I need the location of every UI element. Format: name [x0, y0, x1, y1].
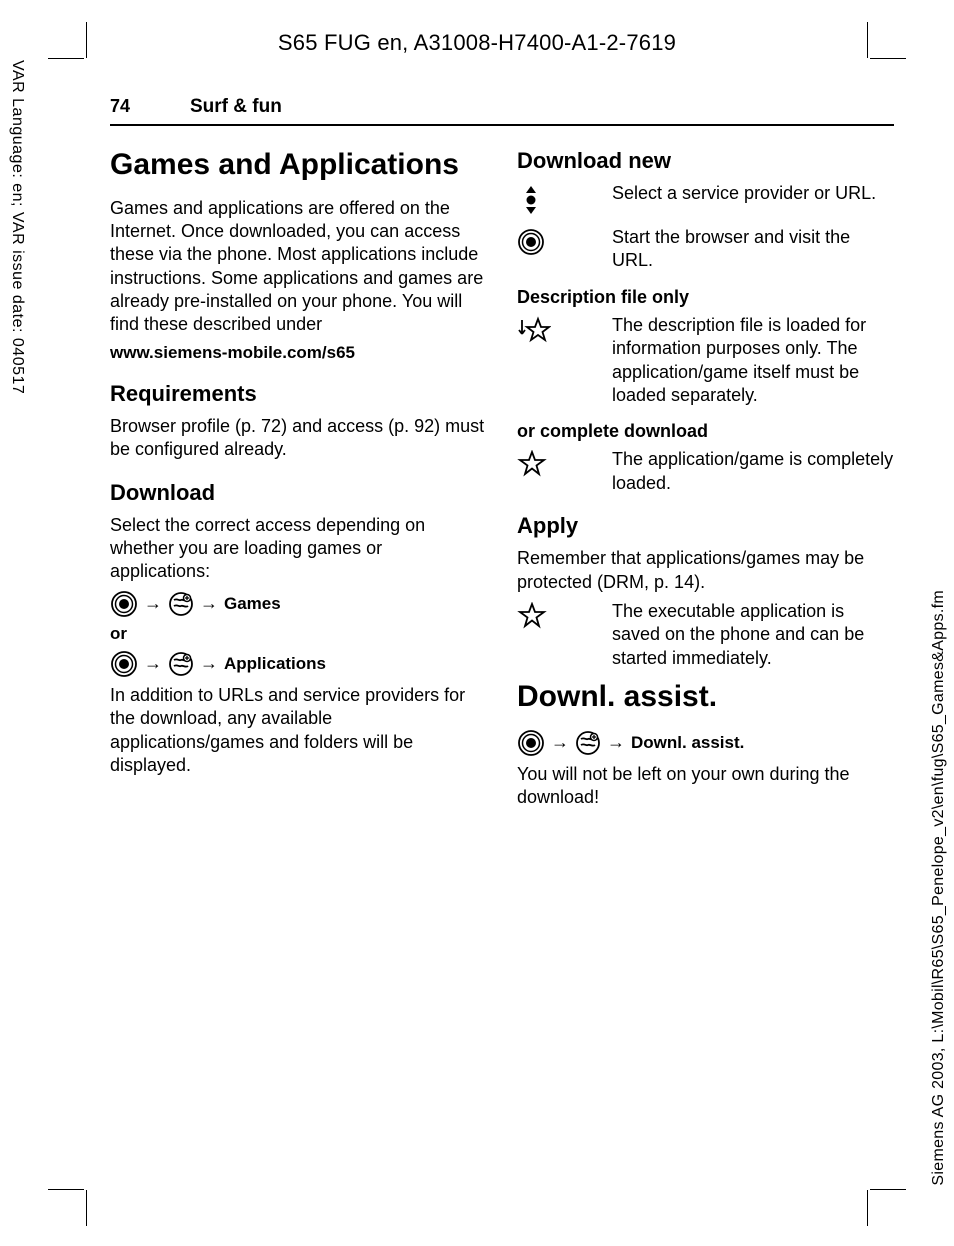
- step-description-file: The description file is loaded for infor…: [517, 314, 894, 408]
- star-icon: [517, 600, 612, 630]
- heading-download-new: Download new: [517, 148, 894, 174]
- step-text: The application/game is completely loade…: [612, 448, 894, 495]
- center-key-icon: [517, 226, 612, 256]
- crop-mark: [86, 1190, 87, 1226]
- download-footer-text: In addition to URLs and service provider…: [110, 684, 487, 778]
- globe-icon: [168, 591, 194, 617]
- step-start-browser: Start the browser and visit the URL.: [517, 226, 894, 273]
- crop-mark: [867, 1190, 868, 1226]
- nav-updown-icon: [517, 182, 612, 216]
- crop-mark: [48, 58, 84, 59]
- step-complete-download: The application/game is completely loade…: [517, 448, 894, 495]
- apply-intro-text: Remember that applications/games may be …: [517, 547, 894, 594]
- arrow-icon: →: [607, 732, 625, 753]
- requirements-text: Browser profile (p. 72) and access (p. 9…: [110, 415, 487, 462]
- nav-path-downl-assist: → → Downl. assist.: [517, 729, 894, 757]
- heading-games-apps: Games and Applications: [110, 148, 487, 183]
- heading-description-file: Description file only: [517, 287, 894, 308]
- right-margin-meta: Siemens AG 2003, L:\Mobil\R65\S65_Penelo…: [930, 590, 948, 1186]
- heading-complete-download: or complete download: [517, 421, 894, 442]
- siemens-url: www.siemens-mobile.com/s65: [110, 343, 487, 363]
- crop-mark: [870, 58, 906, 59]
- left-column: Games and Applications Games and applica…: [110, 148, 487, 815]
- page-header-row: 74 Surf & fun: [110, 96, 894, 126]
- step-text: Select a service provider or URL.: [612, 182, 894, 205]
- heading-download: Download: [110, 480, 487, 506]
- globe-icon: [168, 651, 194, 677]
- star-icon: [517, 448, 612, 478]
- page-number: 74: [110, 96, 190, 117]
- crop-mark: [48, 1189, 84, 1190]
- download-text: Select the correct access depending on w…: [110, 514, 487, 584]
- arrow-icon: →: [551, 732, 569, 753]
- document-header: S65 FUG en, A31008-H7400-A1-2-7619: [0, 30, 954, 56]
- crop-mark: [867, 22, 868, 58]
- globe-icon: [575, 730, 601, 756]
- center-key-icon: [110, 650, 138, 678]
- heading-apply: Apply: [517, 513, 894, 539]
- intro-paragraph: Games and applications are offered on th…: [110, 197, 487, 337]
- crop-mark: [86, 22, 87, 58]
- nav-label-games: Games: [224, 594, 281, 614]
- step-select-provider: Select a service provider or URL.: [517, 182, 894, 216]
- assist-text: You will not be left on your own during …: [517, 763, 894, 810]
- crop-mark: [870, 1189, 906, 1190]
- download-star-icon: [517, 314, 612, 346]
- left-margin-meta: VAR Language: en; VAR issue date: 040517: [8, 60, 26, 394]
- arrow-icon: →: [200, 593, 218, 614]
- section-name: Surf & fun: [190, 96, 282, 118]
- center-key-icon: [517, 729, 545, 757]
- step-apply: The executable application is saved on t…: [517, 600, 894, 670]
- step-text: Start the browser and visit the URL.: [612, 226, 894, 273]
- arrow-icon: →: [144, 593, 162, 614]
- center-key-icon: [110, 590, 138, 618]
- nav-label-downl-assist: Downl. assist.: [631, 733, 744, 753]
- step-text: The description file is loaded for infor…: [612, 314, 894, 408]
- nav-path-games: → → Games: [110, 590, 487, 618]
- heading-downl-assist: Downl. assist.: [517, 680, 894, 715]
- nav-path-applications: → → Applications: [110, 650, 487, 678]
- nav-label-applications: Applications: [224, 654, 326, 674]
- arrow-icon: →: [200, 653, 218, 674]
- arrow-icon: →: [144, 653, 162, 674]
- or-label: or: [110, 624, 487, 644]
- right-column: Download new Select a service provider o…: [517, 148, 894, 815]
- step-text: The executable application is saved on t…: [612, 600, 894, 670]
- heading-requirements: Requirements: [110, 381, 487, 407]
